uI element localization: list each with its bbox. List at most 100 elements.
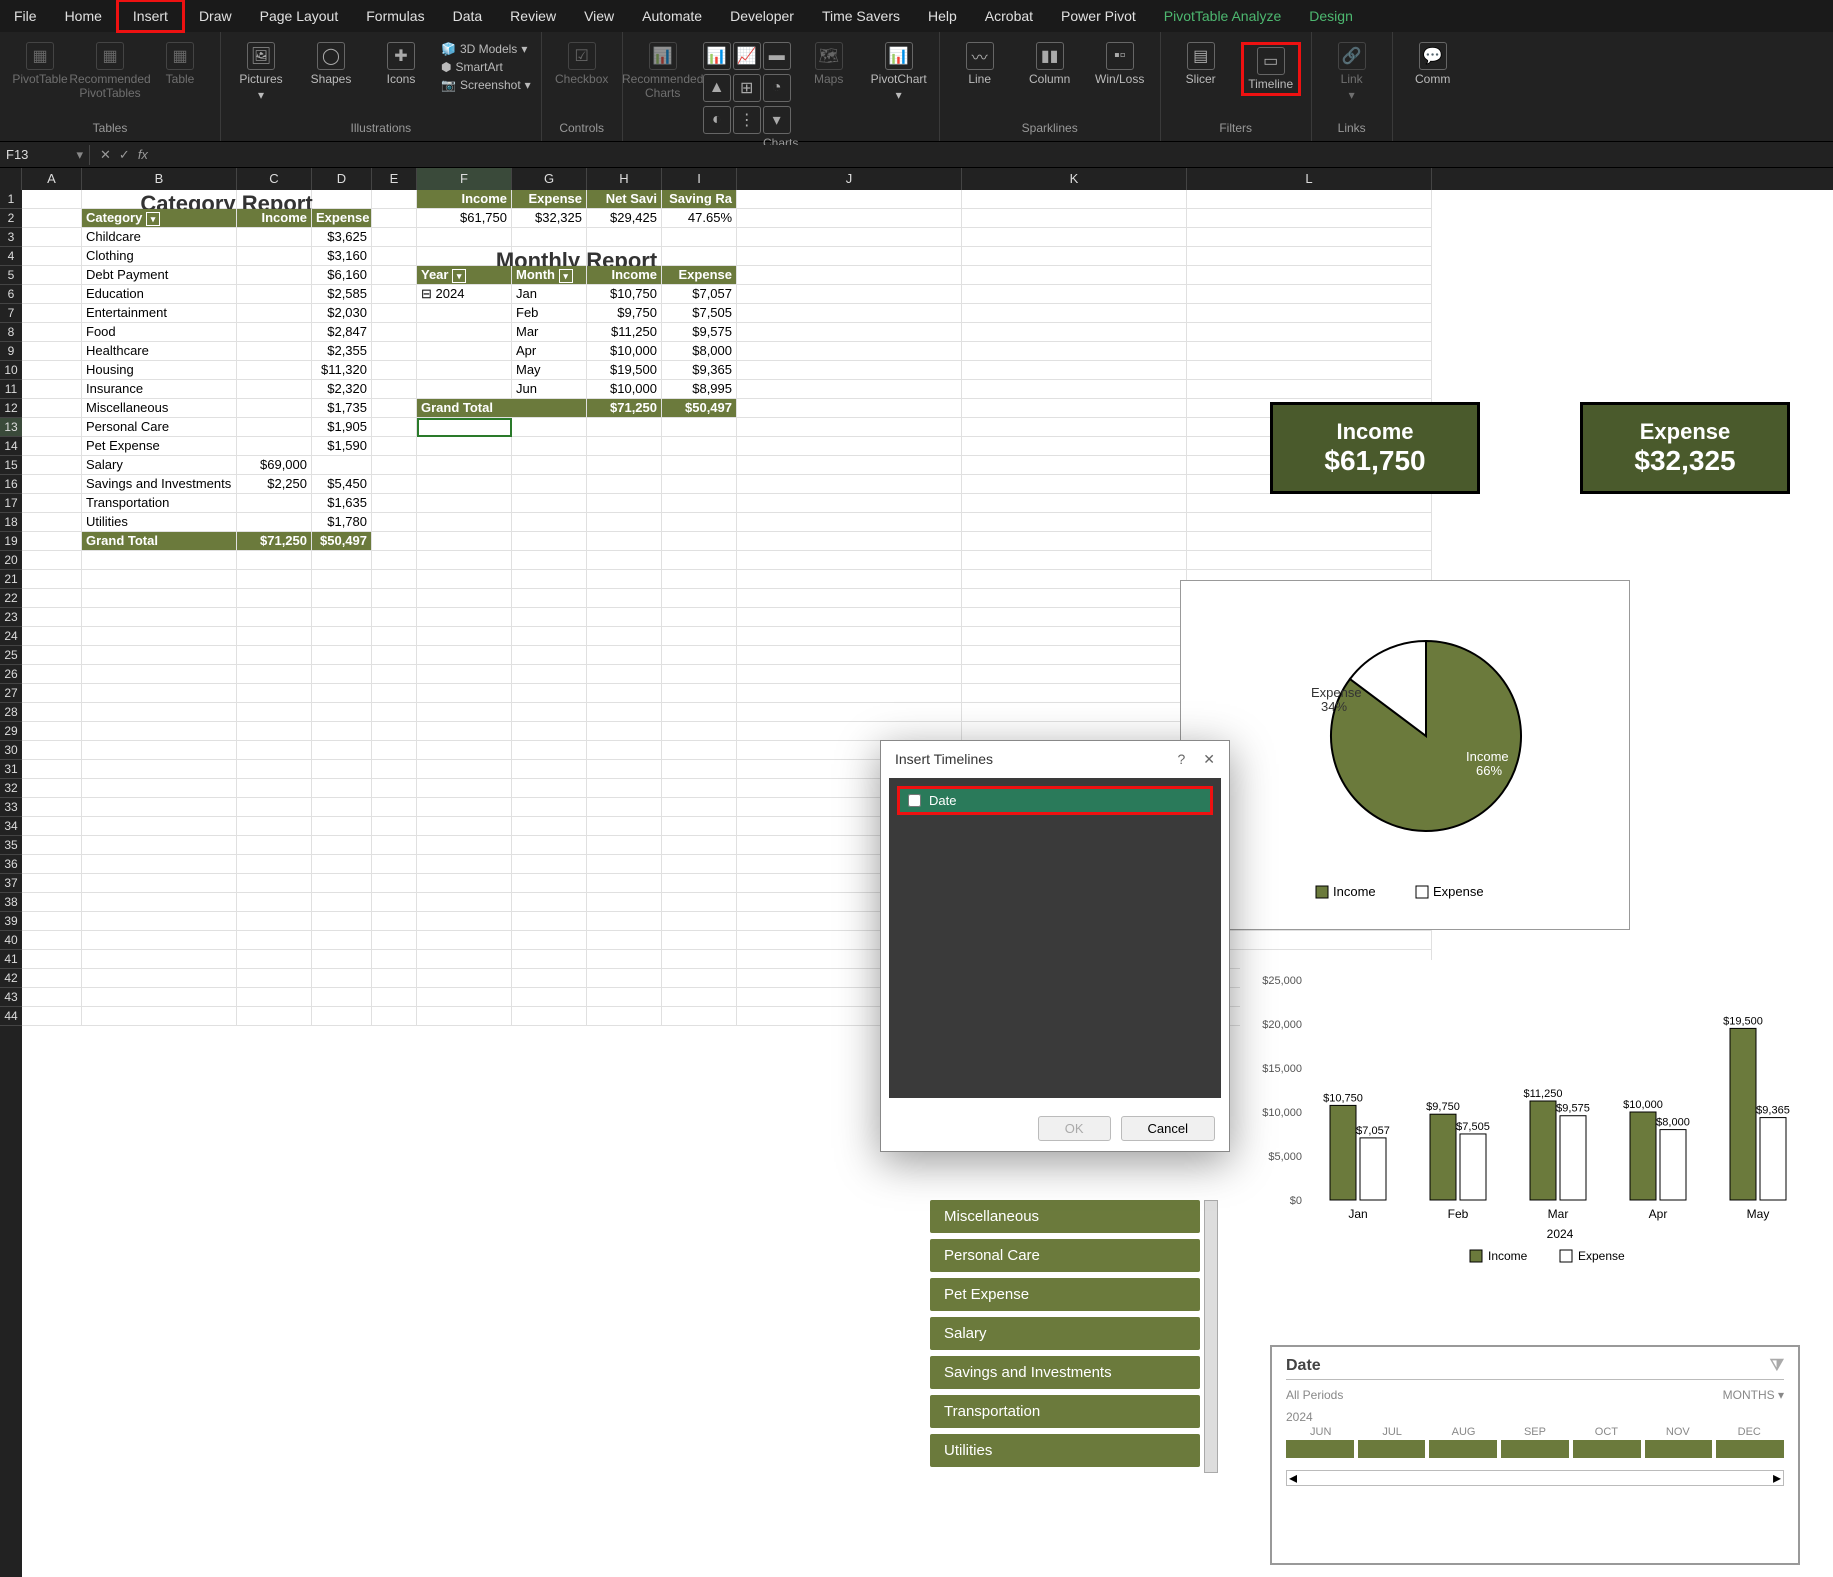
cell-B11[interactable]: Insurance [82, 380, 237, 399]
cell-H9[interactable]: $10,000 [587, 342, 662, 361]
screenshot-button[interactable]: 📷 Screenshot ▾ [441, 78, 531, 92]
pictures-button[interactable]: 🖼Pictures▾ [231, 42, 291, 102]
cell-L2[interactable] [1187, 209, 1432, 228]
cell-J11[interactable] [737, 380, 962, 399]
cell-D32[interactable] [312, 779, 372, 798]
cell-H25[interactable] [587, 646, 662, 665]
cell-H15[interactable] [587, 456, 662, 475]
cell-H43[interactable] [587, 988, 662, 1007]
enter-formula-icon[interactable]: ✓ [119, 147, 130, 163]
cell-I9[interactable]: $8,000 [662, 342, 737, 361]
cell-A4[interactable] [22, 247, 82, 266]
col-header-L[interactable]: L [1187, 168, 1432, 190]
cell-D39[interactable] [312, 912, 372, 931]
cell-A3[interactable] [22, 228, 82, 247]
cell-G32[interactable] [512, 779, 587, 798]
cell-H30[interactable] [587, 741, 662, 760]
cell-B33[interactable] [82, 798, 237, 817]
cell-D9[interactable]: $2,355 [312, 342, 372, 361]
slicer-scrollbar[interactable] [1204, 1200, 1218, 1473]
cell-A22[interactable] [22, 589, 82, 608]
cell-H33[interactable] [587, 798, 662, 817]
cell-C25[interactable] [237, 646, 312, 665]
cell-G13[interactable] [512, 418, 587, 437]
cell-J14[interactable] [737, 437, 962, 456]
chart-type-icon[interactable]: ▾ [763, 106, 791, 134]
cell-E29[interactable] [372, 722, 417, 741]
cell-G34[interactable] [512, 817, 587, 836]
filter-icon[interactable]: ▾ [146, 212, 160, 226]
cell-J19[interactable] [737, 532, 962, 551]
cell-F19[interactable] [417, 532, 512, 551]
cell-K25[interactable] [962, 646, 1187, 665]
row-header-5[interactable]: 5 [0, 266, 22, 285]
cell-F11[interactable] [417, 380, 512, 399]
row-header-8[interactable]: 8 [0, 323, 22, 342]
name-box[interactable]: F13 ▾ [0, 145, 90, 165]
cell-K18[interactable] [962, 513, 1187, 532]
cell-I21[interactable] [662, 570, 737, 589]
cell-H12[interactable]: $71,250 [587, 399, 662, 418]
cell-D20[interactable] [312, 551, 372, 570]
row-header-26[interactable]: 26 [0, 665, 22, 684]
cell-H28[interactable] [587, 703, 662, 722]
cell-C24[interactable] [237, 627, 312, 646]
row-header-1[interactable]: 1 [0, 190, 22, 209]
cell-I38[interactable] [662, 893, 737, 912]
cell-K7[interactable] [962, 304, 1187, 323]
cell-G31[interactable] [512, 760, 587, 779]
cell-B38[interactable] [82, 893, 237, 912]
cell-A16[interactable] [22, 475, 82, 494]
cell-H42[interactable] [587, 969, 662, 988]
cell-C18[interactable] [237, 513, 312, 532]
cell-F12[interactable]: Grand Total [417, 399, 587, 418]
cell-I37[interactable] [662, 874, 737, 893]
cell-D40[interactable] [312, 931, 372, 950]
cell-I39[interactable] [662, 912, 737, 931]
cell-D24[interactable] [312, 627, 372, 646]
cell-D2[interactable]: Expense [312, 209, 372, 228]
cell-A6[interactable] [22, 285, 82, 304]
cell-E6[interactable] [372, 285, 417, 304]
cell-C4[interactable] [237, 247, 312, 266]
cell-F27[interactable] [417, 684, 512, 703]
cell-C39[interactable] [237, 912, 312, 931]
cell-D36[interactable] [312, 855, 372, 874]
cell-J20[interactable] [737, 551, 962, 570]
cell-A8[interactable] [22, 323, 82, 342]
cell-E11[interactable] [372, 380, 417, 399]
row-header-10[interactable]: 10 [0, 361, 22, 380]
cell-I15[interactable] [662, 456, 737, 475]
tab-developer[interactable]: Developer [716, 2, 808, 30]
cell-E9[interactable] [372, 342, 417, 361]
tab-automate[interactable]: Automate [628, 2, 716, 30]
cell-L9[interactable] [1187, 342, 1432, 361]
cell-J3[interactable] [737, 228, 962, 247]
cell-C29[interactable] [237, 722, 312, 741]
cell-E40[interactable] [372, 931, 417, 950]
cell-A27[interactable] [22, 684, 82, 703]
cell-B31[interactable] [82, 760, 237, 779]
timeline-filter-icon[interactable]: ⧩ [1770, 1357, 1784, 1375]
cell-E27[interactable] [372, 684, 417, 703]
row-header-43[interactable]: 43 [0, 988, 22, 1007]
cell-D38[interactable] [312, 893, 372, 912]
cell-F37[interactable] [417, 874, 512, 893]
cell-E22[interactable] [372, 589, 417, 608]
cell-B8[interactable]: Food [82, 323, 237, 342]
cell-D30[interactable] [312, 741, 372, 760]
cell-I3[interactable] [662, 228, 737, 247]
cell-A36[interactable] [22, 855, 82, 874]
row-header-44[interactable]: 44 [0, 1007, 22, 1026]
cell-I33[interactable] [662, 798, 737, 817]
cell-K9[interactable] [962, 342, 1187, 361]
cell-H5[interactable]: Income [587, 266, 662, 285]
cell-F21[interactable] [417, 570, 512, 589]
pivotchart-button[interactable]: 📊PivotChart▾ [869, 42, 929, 102]
cell-H38[interactable] [587, 893, 662, 912]
col-header-F[interactable]: F [417, 168, 512, 190]
row-header-23[interactable]: 23 [0, 608, 22, 627]
cell-E36[interactable] [372, 855, 417, 874]
cell-F13[interactable] [417, 418, 512, 437]
col-header-K[interactable]: K [962, 168, 1187, 190]
